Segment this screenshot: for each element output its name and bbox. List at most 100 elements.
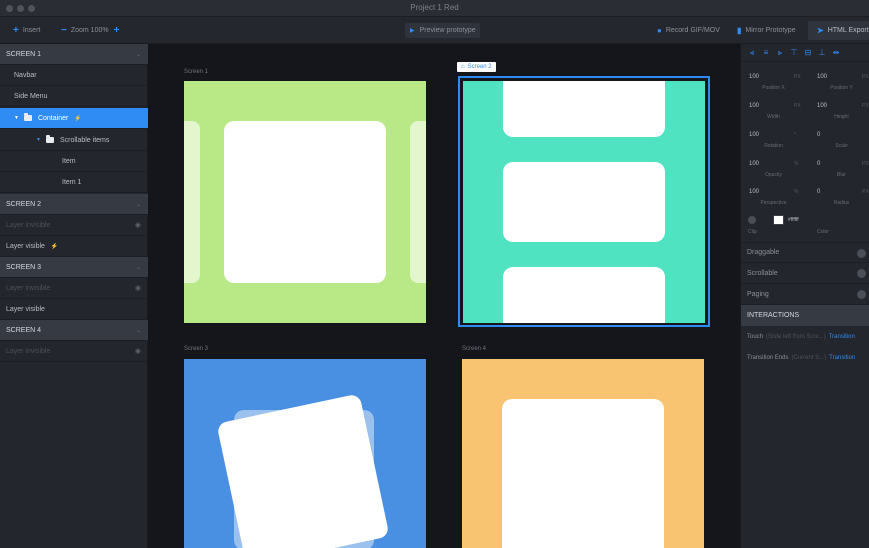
screen-1-frame[interactable] bbox=[184, 81, 426, 323]
perspective-value[interactable]: 100 bbox=[741, 189, 796, 199]
layer-screen-4[interactable]: SCREEN 4 ⌄ bbox=[0, 320, 148, 341]
eye-icon[interactable]: ◉ bbox=[135, 347, 141, 355]
align-center-icon[interactable]: ≡ bbox=[761, 48, 771, 57]
app-window: Project 1 Red + Insert − Zoom 100% + ● R… bbox=[0, 0, 869, 548]
distribute-icon[interactable]: ⇹ bbox=[831, 48, 841, 57]
caret-down-icon[interactable]: ▼ bbox=[36, 137, 41, 143]
chevron-down-icon[interactable]: ⌄ bbox=[136, 201, 141, 208]
scrollable-toggle[interactable] bbox=[857, 269, 866, 278]
perspective-field[interactable]: 100 % Perspective bbox=[741, 186, 805, 208]
layer-visible[interactable]: Layer visible ⚡ bbox=[0, 236, 148, 257]
item-card[interactable] bbox=[224, 121, 386, 283]
mirror-button[interactable]: ▮ Mirror Prototype bbox=[737, 17, 796, 44]
layer-screen-2[interactable]: SCREEN 2 ⌄ bbox=[0, 194, 148, 215]
eye-icon[interactable]: ◉ bbox=[135, 221, 141, 229]
caret-down-icon[interactable]: ▼ bbox=[14, 115, 19, 121]
align-top-icon[interactable]: ⊤ bbox=[789, 48, 799, 57]
layer-item-1-label: Item 1 bbox=[62, 178, 82, 186]
layer-navbar-label: Navbar bbox=[14, 71, 37, 79]
item-card[interactable] bbox=[503, 81, 665, 137]
plus-icon: + bbox=[13, 25, 19, 36]
scale-value[interactable]: 0 bbox=[809, 132, 864, 142]
layer-item[interactable]: Item bbox=[0, 151, 148, 172]
draggable-toggle[interactable] bbox=[857, 249, 866, 258]
height-value[interactable]: 100 bbox=[809, 103, 864, 113]
clip-toggle[interactable] bbox=[748, 216, 756, 224]
radius-value[interactable]: 0 bbox=[809, 189, 864, 199]
zoom-out-icon[interactable]: − bbox=[61, 25, 67, 36]
screen-4-frame[interactable] bbox=[462, 359, 704, 548]
radius-field[interactable]: 0 PX Radius bbox=[809, 186, 869, 208]
blur-value[interactable]: 0 bbox=[809, 161, 864, 171]
window-title: Project 1 Red bbox=[410, 3, 459, 12]
layer-screen-1[interactable]: SCREEN 1 ⌄ bbox=[0, 44, 148, 65]
color-value[interactable]: #ffffff bbox=[788, 217, 799, 223]
zoom-in-icon[interactable]: + bbox=[114, 25, 120, 36]
position-x-value[interactable]: 100 bbox=[741, 74, 796, 84]
interaction-action[interactable]: Transition bbox=[829, 355, 855, 361]
align-left-icon[interactable]: ⫷ bbox=[747, 48, 757, 58]
position-x-field[interactable]: 100 PX Position X bbox=[741, 71, 805, 93]
chevron-down-icon[interactable]: ⌄ bbox=[136, 264, 141, 271]
align-toolbar: ⫷ ≡ ⫸ ⊤ ⊟ ⊥ ⇹ bbox=[741, 44, 869, 62]
canvas[interactable]: Screen 1 Screen 2 Screen 3 Screen 4 bbox=[148, 44, 740, 548]
layer-invisible[interactable]: Layer invisible ◉ bbox=[0, 341, 148, 362]
width-field[interactable]: 100 PX Width bbox=[741, 100, 805, 122]
position-y-value[interactable]: 100 bbox=[809, 74, 864, 84]
blur-unit: PX bbox=[862, 161, 869, 167]
blur-label: Blur bbox=[837, 172, 846, 178]
layer-screen-2-label: SCREEN 2 bbox=[6, 200, 42, 208]
layer-container[interactable]: ▼ Container ⚡ bbox=[0, 108, 148, 129]
opacity-field[interactable]: 100 % Opacity bbox=[741, 158, 805, 180]
opacity-label: Opacity bbox=[765, 172, 782, 178]
interactions-header[interactable]: INTERACTIONS bbox=[741, 305, 869, 326]
insert-label: Insert bbox=[22, 27, 41, 34]
item-card[interactable] bbox=[502, 399, 664, 548]
blur-field[interactable]: 0 PX Blur bbox=[809, 158, 869, 180]
layer-side-menu[interactable]: Side Menu bbox=[0, 86, 148, 107]
chevron-down-icon[interactable]: ⌄ bbox=[136, 327, 141, 334]
chevron-down-icon[interactable]: ⌄ bbox=[136, 51, 141, 58]
color-swatch[interactable] bbox=[773, 215, 784, 225]
align-middle-icon[interactable]: ⊟ bbox=[803, 48, 813, 57]
item-card[interactable] bbox=[503, 267, 665, 323]
interaction-row[interactable]: Touch (Slide left from Scre...) Transiti… bbox=[741, 326, 869, 347]
layer-invisible[interactable]: Layer invisible ◉ bbox=[0, 278, 148, 299]
width-value[interactable]: 100 bbox=[741, 103, 796, 113]
item-card[interactable] bbox=[410, 121, 426, 283]
layer-item-1[interactable]: Item 1 bbox=[0, 172, 148, 193]
interaction-action[interactable]: Transition bbox=[829, 334, 855, 340]
align-right-icon[interactable]: ⫸ bbox=[775, 48, 785, 58]
opacity-value[interactable]: 100 bbox=[741, 161, 796, 171]
layer-visible[interactable]: Layer visible bbox=[0, 299, 148, 320]
scrollable-row: Scrollable bbox=[741, 263, 869, 284]
screen-3-frame[interactable] bbox=[184, 359, 426, 548]
paging-toggle[interactable] bbox=[857, 290, 866, 299]
preview-button[interactable]: ▶ Preview prototype bbox=[405, 23, 480, 38]
interaction-row[interactable]: Transition Ends (Current S...) Transitio… bbox=[741, 347, 869, 368]
layer-scrollable-items[interactable]: ▼ Scrollable items bbox=[0, 130, 148, 151]
layer-container-label: Container bbox=[37, 114, 69, 122]
align-bottom-icon[interactable]: ⊥ bbox=[817, 48, 827, 57]
interactions-title: INTERACTIONS bbox=[747, 312, 800, 319]
item-card[interactable] bbox=[184, 121, 200, 283]
draggable-label: Draggable bbox=[747, 249, 780, 256]
eye-icon[interactable]: ◉ bbox=[135, 284, 141, 292]
layer-invisible[interactable]: Layer invisible ◉ bbox=[0, 215, 148, 236]
export-button[interactable]: ➤ HTML Export bbox=[808, 21, 869, 40]
rotation-field[interactable]: 100 ° Rotation bbox=[741, 129, 805, 151]
layer-invisible-label: Layer invisible bbox=[6, 284, 51, 292]
position-y-field[interactable]: 100 PX Position Y bbox=[809, 71, 869, 93]
insert-button[interactable]: + Insert bbox=[13, 17, 40, 44]
rotation-value[interactable]: 100 bbox=[741, 132, 796, 142]
screen-2-badge[interactable]: ⌂ Screen 2 bbox=[457, 62, 496, 72]
layer-navbar[interactable]: Navbar bbox=[0, 65, 148, 86]
screen-1-label: Screen 1 bbox=[184, 69, 209, 75]
record-button[interactable]: ● Record GIF/MOV bbox=[657, 17, 720, 44]
screen-2-frame[interactable] bbox=[463, 81, 705, 323]
height-field[interactable]: 100 PX Height bbox=[809, 100, 869, 122]
layer-screen-3[interactable]: SCREEN 3 ⌄ bbox=[0, 257, 148, 278]
scale-field[interactable]: 0 Scale bbox=[809, 129, 869, 151]
item-card[interactable] bbox=[503, 162, 665, 242]
screen-2-selection[interactable] bbox=[458, 76, 710, 327]
